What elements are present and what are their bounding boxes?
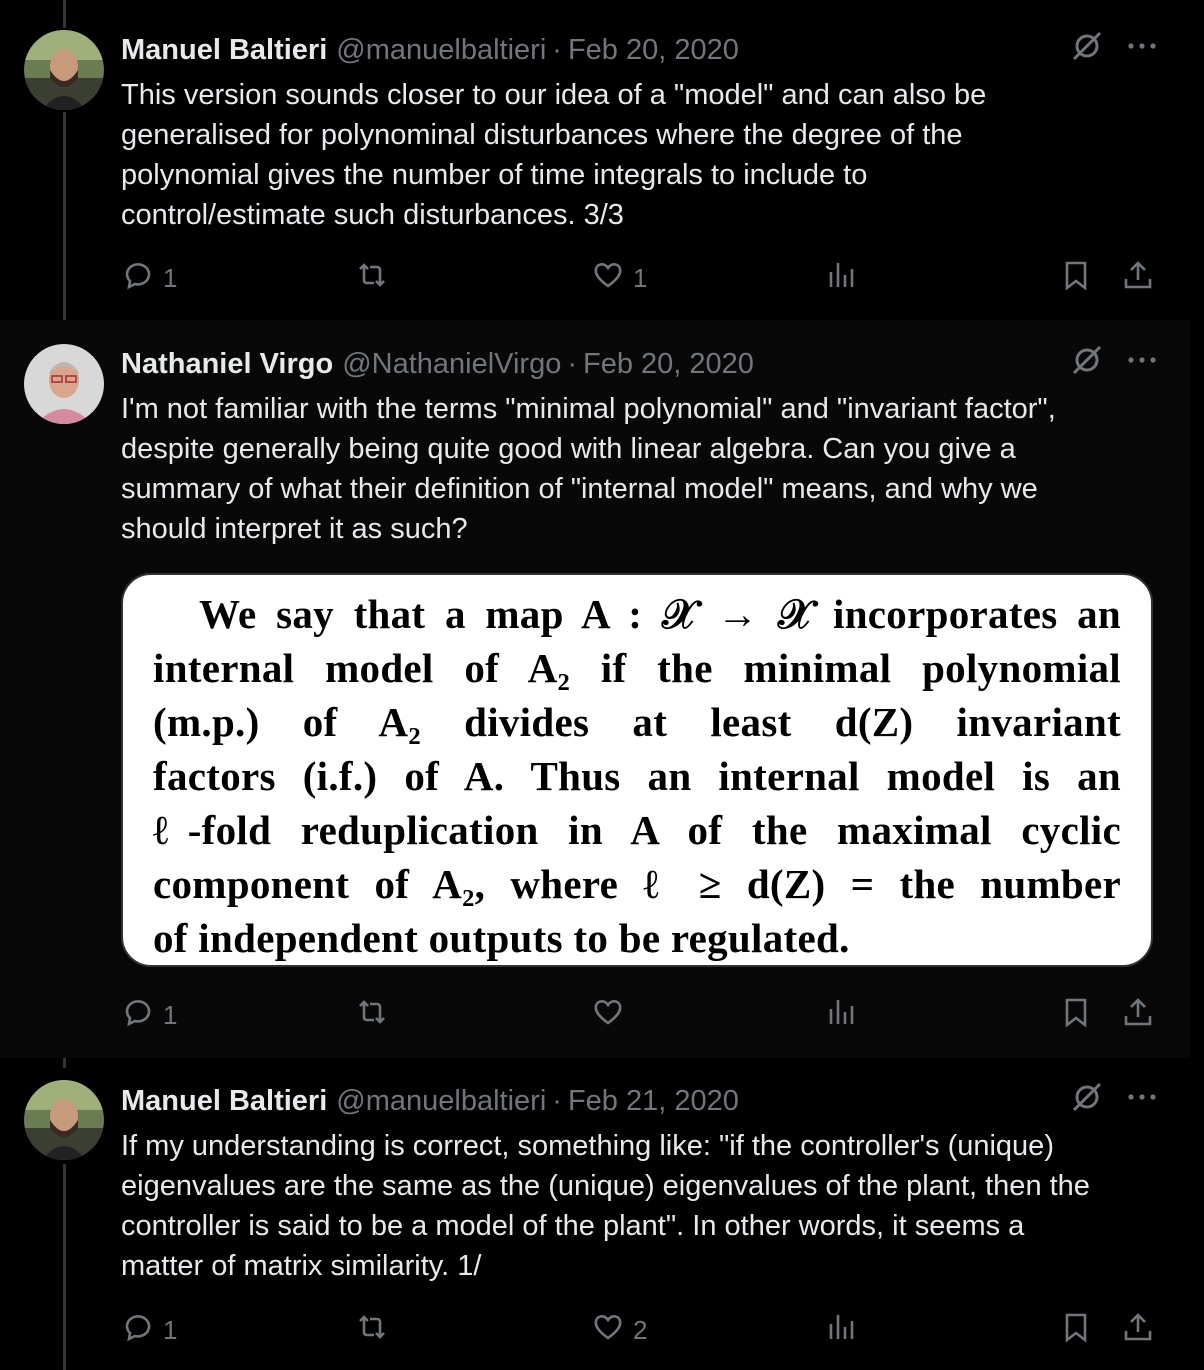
separator: · [567,347,578,380]
like-count: 2 [633,1314,648,1345]
share-button[interactable] [1121,1310,1155,1350]
like-icon [591,258,625,299]
avatar[interactable] [24,1080,104,1160]
like-icon [591,1310,625,1351]
avatar[interactable] [24,344,104,424]
bookmark-button[interactable] [1059,1310,1093,1350]
author-name[interactable]: Manuel Baltieri [121,1085,327,1118]
author-handle[interactable]: @manuelbaltieri [336,1085,546,1118]
bookmark-button[interactable] [1059,995,1093,1035]
repost-icon [355,1310,389,1351]
like-icon [591,995,625,1036]
reply-count: 1 [163,1314,178,1345]
image-text-line: ℓ-fold reduplication in A of the maximal… [153,807,1121,853]
author-handle[interactable]: @manuelbaltieri [336,34,546,67]
tweet[interactable]: Manuel Baltieri @manuelbaltieri · Feb 20… [0,0,1190,320]
action-bar: 1 2 [121,1310,1161,1350]
image-text-line: (m.p.) of A₂ divides at least d(Z) invar… [153,699,1121,745]
tweet-text: I'm not familiar with the terms "minimal… [121,393,1056,545]
bookmark-icon [1059,995,1093,1036]
reply-button[interactable]: 1 [121,258,177,298]
share-icon [1121,258,1155,299]
repost-icon [355,258,389,299]
reply-button[interactable]: 1 [121,995,177,1035]
share-button[interactable] [1121,995,1155,1035]
like-button[interactable]: 1 [591,258,647,298]
tweet[interactable]: Nathaniel Virgo @NathanielVirgo · Feb 20… [0,320,1190,1058]
tweet-date[interactable]: Feb 20, 2020 [583,348,754,381]
more-icon[interactable] [1126,343,1158,385]
author-name[interactable]: Manuel Baltieri [121,34,327,67]
image-text-line: component of A₂, where ℓ ≥ d(Z) = the nu… [153,861,1121,907]
bookmark-icon [1059,1310,1093,1351]
tweet-date[interactable]: Feb 21, 2020 [568,1085,739,1118]
more-icon[interactable] [1126,1080,1158,1122]
like-count: 1 [633,262,648,293]
like-button[interactable]: 2 [591,1310,647,1350]
author-name[interactable]: Nathaniel Virgo [121,348,333,381]
action-bar: 1 1 [121,258,1161,298]
grok-icon[interactable] [1070,343,1104,385]
share-button[interactable] [1121,258,1155,298]
image-text-line: internal model of A₂ if the minimal poly… [153,645,1121,691]
author-handle[interactable]: @NathanielVirgo [342,348,561,381]
reply-icon [121,258,155,299]
attached-image[interactable]: We say that a map A : 𝒳 → 𝒳 incorporates… [121,573,1153,967]
tweet-header: Nathaniel Virgo @NathanielVirgo · Feb 20… [121,343,1158,385]
image-text-line: We say that a map A : 𝒳 → 𝒳 incorporates… [199,591,1121,637]
tweet-header: Manuel Baltieri @manuelbaltieri · Feb 20… [121,29,1158,71]
tweet-header: Manuel Baltieri @manuelbaltieri · Feb 21… [121,1080,1158,1122]
repost-button[interactable] [355,995,397,1035]
bookmark-button[interactable] [1059,258,1093,298]
separator: · [552,1084,562,1117]
views-button[interactable] [825,995,859,1035]
tweet[interactable]: Manuel Baltieri @manuelbaltieri · Feb 21… [0,1058,1190,1370]
views-icon [825,1310,859,1351]
views-icon [825,258,859,299]
repost-button[interactable] [355,258,397,298]
image-text-line: of independent outputs to be regulated. [153,915,850,961]
share-icon [1121,1310,1155,1351]
repost-icon [355,995,389,1036]
reply-count: 1 [163,262,178,293]
views-button[interactable] [825,1310,859,1350]
reply-count: 1 [163,999,178,1030]
action-bar: 1 [121,995,1161,1035]
tweet-text: If my understanding is correct, somethin… [121,1130,1090,1282]
like-button[interactable] [591,995,633,1035]
views-icon [825,995,859,1036]
repost-button[interactable] [355,1310,397,1350]
views-button[interactable] [825,258,859,298]
tweet-date[interactable]: Feb 20, 2020 [568,34,739,67]
image-text-line: factors (i.f.) of A. Thus an internal mo… [153,753,1121,799]
share-icon [1121,995,1155,1036]
reply-button[interactable]: 1 [121,1310,177,1350]
separator: · [552,33,562,66]
reply-icon [121,1310,155,1351]
bookmark-icon [1059,258,1093,299]
avatar[interactable] [24,30,104,110]
grok-icon[interactable] [1070,29,1104,71]
grok-icon[interactable] [1070,1080,1104,1122]
tweet-text: This version sounds closer to our idea o… [121,79,987,231]
more-icon[interactable] [1126,29,1158,71]
reply-icon [121,995,155,1036]
